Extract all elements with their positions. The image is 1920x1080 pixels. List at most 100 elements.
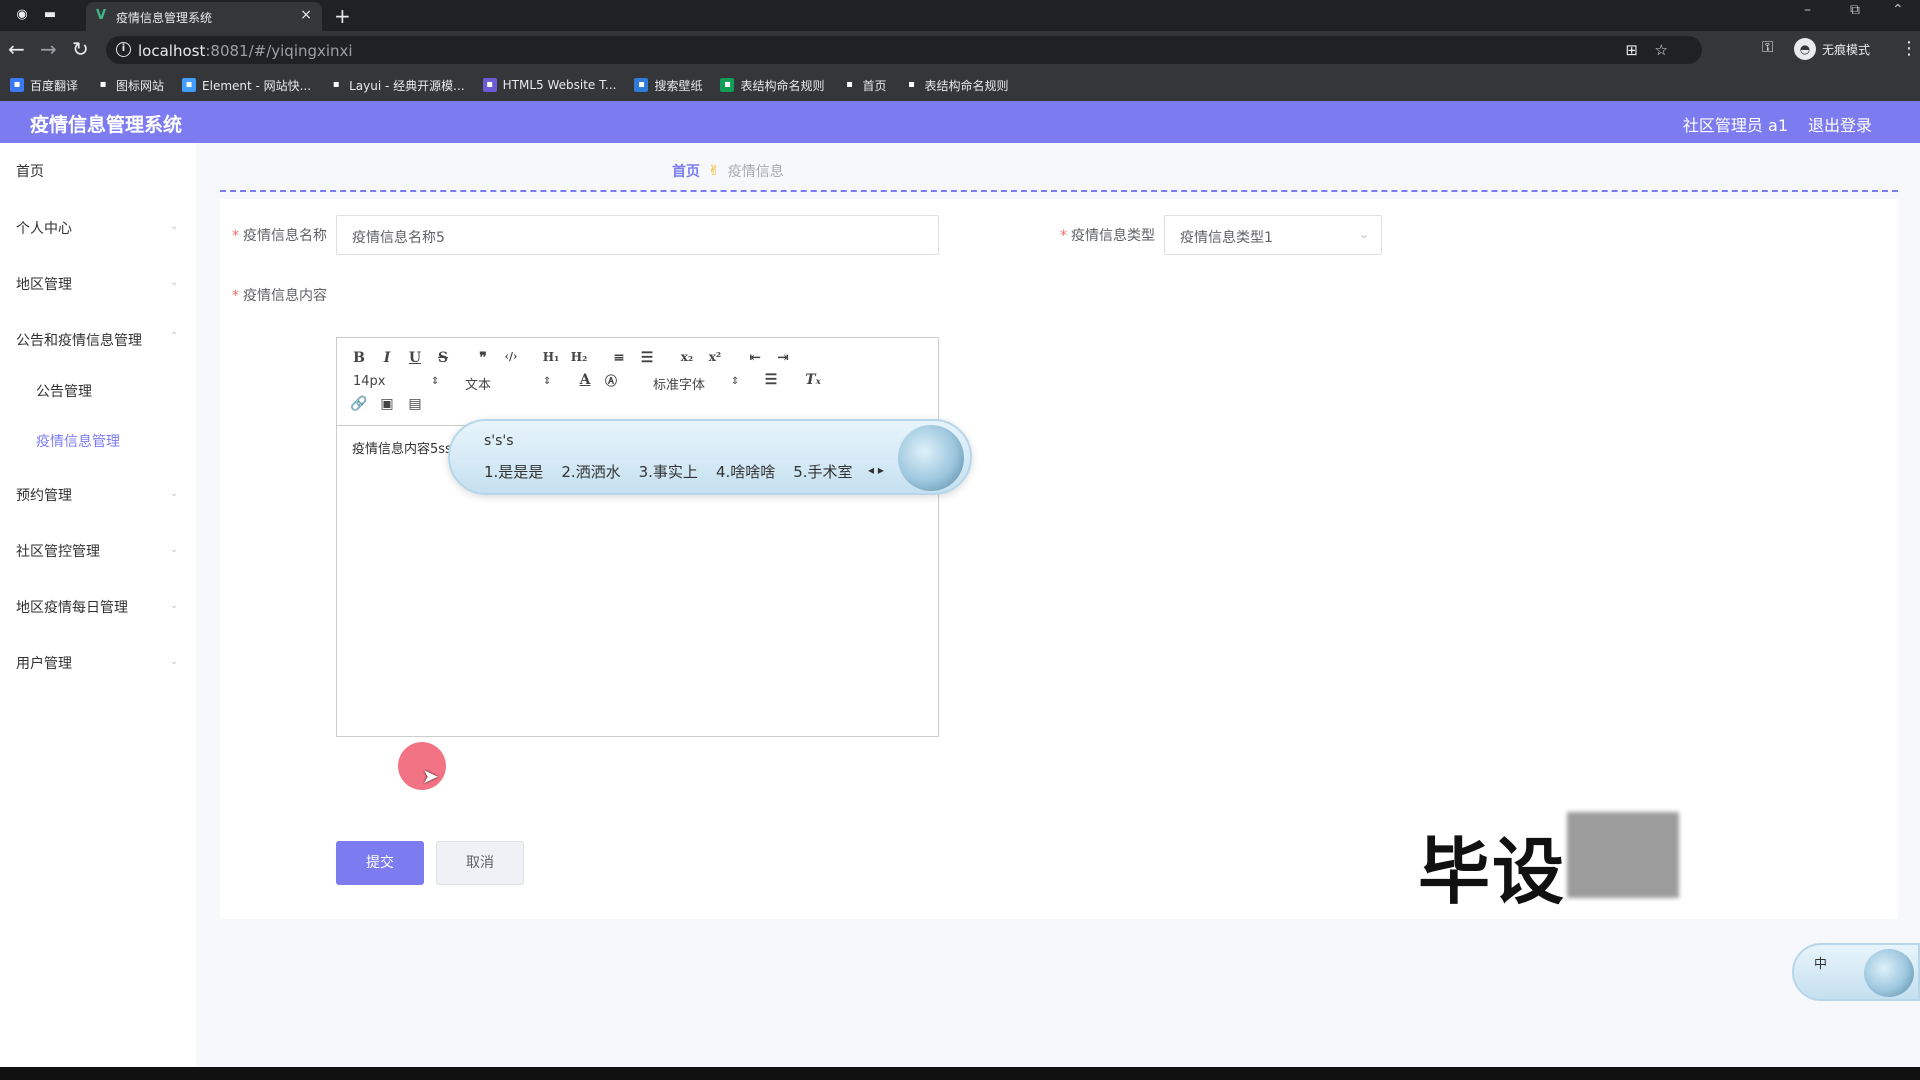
watermark-blur xyxy=(1567,812,1679,898)
bookmark-item[interactable]: ▪ HTML5 Website T... xyxy=(482,78,616,92)
wallpaper-search-icon: ▪ xyxy=(634,78,649,92)
info-icon[interactable]: i xyxy=(116,42,131,57)
content-label: * 疫情信息内容 xyxy=(232,288,327,304)
blockquote-icon[interactable]: ❞ xyxy=(473,350,493,366)
ime-candidate[interactable]: 4.啥啥啥 xyxy=(716,461,775,482)
sidebar-item-home[interactable]: 首页 xyxy=(16,161,44,181)
browser-tabbar: ◉ ▬ V 疫情信息管理系统 × + – ⧉ ⌃ xyxy=(0,0,1920,31)
ime-skin-orb xyxy=(898,425,964,491)
breadcrumb: 首页 ✌ 疫情信息 xyxy=(672,161,784,181)
type-select[interactable]: 疫情信息类型1 ⌄ xyxy=(1164,215,1382,255)
sidebar-item-users[interactable]: 用户管理 xyxy=(16,653,72,673)
bookmark-item[interactable]: ▪ 搜索壁纸 xyxy=(634,77,702,94)
code-block-icon[interactable]: ‹/› xyxy=(501,350,521,363)
ime-candidate[interactable]: 5.手术室 xyxy=(793,461,852,482)
heading1-icon[interactable]: H₁ xyxy=(541,350,561,364)
strikethrough-icon[interactable]: S xyxy=(433,350,453,366)
video-icon[interactable]: ▤ xyxy=(405,396,425,412)
editor-content[interactable]: 疫情信息内容5sss xyxy=(352,438,460,457)
subscript-icon[interactable]: x₂ xyxy=(677,350,697,364)
font-color-icon[interactable]: A xyxy=(575,372,595,388)
incognito-label: 无痕模式 xyxy=(1822,42,1871,57)
tab-search-icon[interactable]: ▬ xyxy=(42,7,58,23)
ime-composition: s's's xyxy=(484,433,514,449)
bookmark-label: 图标网站 xyxy=(116,78,165,93)
incognito-indicator[interactable]: ◓ 无痕模式 xyxy=(1794,38,1870,60)
browser-tab-active[interactable]: V 疫情信息管理系统 × xyxy=(86,2,322,31)
italic-icon[interactable]: I xyxy=(377,350,397,366)
tab-close-icon[interactable]: × xyxy=(300,7,312,23)
window-close-icon[interactable]: ⌃ xyxy=(1892,2,1904,18)
address-bar[interactable]: i localhost:8081/#/yiqingxinxi ⊞ ☆ xyxy=(106,36,1702,64)
ime-candidate[interactable]: 3.事实上 xyxy=(639,461,698,482)
underline-icon[interactable]: U xyxy=(405,350,425,366)
mouse-cursor-icon: ➤ xyxy=(422,764,439,788)
image-icon[interactable]: ▣ xyxy=(377,396,397,412)
bookmark-item[interactable]: ▪ Element - 网站快... xyxy=(182,77,311,94)
sidebar-item-community-control[interactable]: 社区管控管理 xyxy=(16,541,100,561)
ime-status-bar[interactable]: 中 xyxy=(1792,943,1920,1001)
tab-title: 疫情信息管理系统 xyxy=(116,11,213,25)
chevron-down-icon: ⌄ xyxy=(170,656,179,667)
bookmark-item[interactable]: ▪ 表结构命名规则 xyxy=(720,77,824,94)
sidebar-item-notice[interactable]: 公告管理 xyxy=(36,381,92,401)
key-icon[interactable]: ⚿ xyxy=(1762,38,1773,56)
window-minimize-icon[interactable]: – xyxy=(1804,2,1811,18)
chevron-down-icon: ⌄ xyxy=(170,221,179,232)
ordered-list-icon[interactable]: ≡ xyxy=(609,350,629,366)
align-icon[interactable]: ☰ xyxy=(761,372,781,388)
outdent-icon[interactable]: ⇤ xyxy=(745,350,765,366)
bookmark-item[interactable]: ▪ 百度翻译 xyxy=(10,77,78,94)
submit-button[interactable]: 提交 xyxy=(336,841,424,885)
reload-icon[interactable]: ↻ xyxy=(72,39,89,59)
name-input[interactable]: 疫情信息名称5 xyxy=(336,215,939,255)
bookmark-item[interactable]: ▪ Layui - 经典开源模... xyxy=(329,77,465,94)
app-header: 疫情信息管理系统 社区管理员 a1 退出登录 xyxy=(0,101,1920,143)
header-select[interactable]: 文本 xyxy=(465,374,491,393)
element-logo-icon: ▪ xyxy=(182,78,197,92)
breadcrumb-home[interactable]: 首页 xyxy=(672,161,700,181)
bookmark-label: 百度翻译 xyxy=(30,78,79,93)
current-user[interactable]: 社区管理员 a1 xyxy=(1683,112,1788,136)
back-icon[interactable]: ← xyxy=(8,39,25,59)
superscript-icon[interactable]: x² xyxy=(705,350,725,364)
browser-toolbar: ← → ↻ i localhost:8081/#/yiqingxinxi ⊞ ☆… xyxy=(0,31,1920,69)
ime-mode-label: 中 xyxy=(1814,957,1828,972)
sidebar-item-notice-epidemic[interactable]: 公告和疫情信息管理 xyxy=(16,330,142,350)
sidebar-item-appointment[interactable]: 预约管理 xyxy=(16,485,72,505)
ime-status-orb xyxy=(1864,949,1914,997)
heading2-icon[interactable]: H₂ xyxy=(569,350,589,364)
logout-link[interactable]: 退出登录 xyxy=(1808,112,1872,136)
new-tab-icon[interactable]: + xyxy=(334,4,351,28)
ime-page-arrows-icon[interactable]: ◂ ▸ xyxy=(868,463,884,477)
sidebar-item-personal-center[interactable]: 个人中心 xyxy=(16,218,72,238)
cancel-button[interactable]: 取消 xyxy=(436,841,524,885)
clear-format-icon[interactable]: Tₓ xyxy=(803,372,823,388)
bullet-list-icon[interactable]: ☰ xyxy=(637,350,657,366)
window-restore-icon[interactable]: ⧉ xyxy=(1850,2,1860,18)
url-text[interactable]: localhost:8081/#/yiqingxinxi xyxy=(138,42,353,60)
indent-icon[interactable]: ⇥ xyxy=(773,350,793,366)
font-family-select[interactable]: 标准字体 xyxy=(653,374,705,393)
browser-menu-icon[interactable]: ◉ xyxy=(14,7,30,23)
translate-page-icon[interactable]: ⊞ xyxy=(1625,41,1638,59)
link-icon[interactable]: 🔗 xyxy=(349,396,369,412)
ime-candidate[interactable]: 1.是是是 xyxy=(484,461,543,482)
forward-icon[interactable]: → xyxy=(40,39,57,59)
bookmark-label: 表结构命名规则 xyxy=(924,78,1009,93)
ime-candidate[interactable]: 2.洒洒水 xyxy=(561,461,620,482)
background-color-icon[interactable]: Ⓐ xyxy=(601,372,621,389)
sidebar-item-epidemic-info[interactable]: 疫情信息管理 xyxy=(36,431,120,451)
bottom-bar xyxy=(0,1067,1920,1080)
sidebar-item-region[interactable]: 地区管理 xyxy=(16,274,72,294)
bookmark-star-icon[interactable]: ☆ xyxy=(1655,41,1668,59)
bold-icon[interactable]: B xyxy=(349,350,369,366)
vue-logo-icon: V xyxy=(96,8,107,23)
bookmark-item[interactable]: ▪ 表结构命名规则 xyxy=(904,77,1009,94)
sidebar-item-daily-epidemic[interactable]: 地区疫情每日管理 xyxy=(16,597,128,617)
bookmark-label: 首页 xyxy=(862,78,887,93)
bookmark-item[interactable]: ▪ 图标网站 xyxy=(96,77,164,94)
bookmark-item[interactable]: ▪ 首页 xyxy=(842,77,887,94)
font-size-select[interactable]: 14px xyxy=(353,374,386,389)
browser-menu-kebab-icon[interactable]: ⋮ xyxy=(1900,38,1918,59)
